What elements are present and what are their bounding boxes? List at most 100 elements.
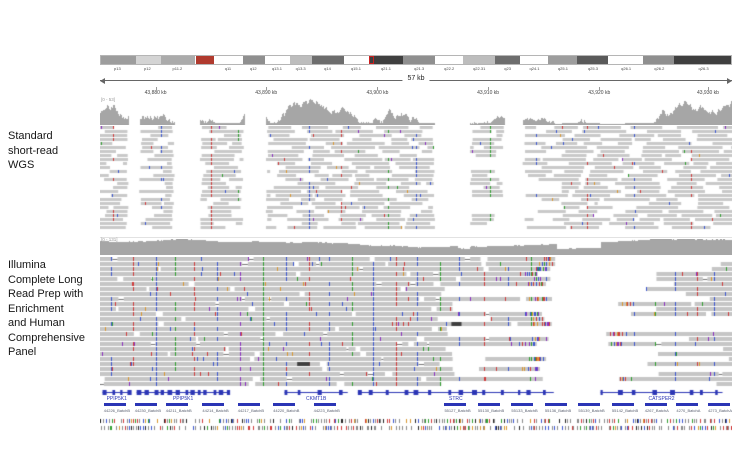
probe-label: 55142_BatchB xyxy=(612,408,638,413)
probe-4273_BatchA[interactable]: 4273_BatchA xyxy=(708,403,732,413)
band-label-q12: q12 xyxy=(250,66,257,71)
cytoband-q25.3 xyxy=(577,56,609,64)
ruler-tick-label: 43,910 kb xyxy=(477,90,499,96)
enrichment-probe-track[interactable]: 44226_BatchB 44230_BatchB 44211_BatchB 4421… xyxy=(100,403,732,415)
ruler-tick-label: 43,930 kb xyxy=(697,90,719,96)
probe-box xyxy=(314,403,336,406)
genome-browser-panel: p13p12p11.2q11q12q13.1q13.3q14q15.1q21.1… xyxy=(100,55,732,432)
probe-44214_BatchB[interactable]: 44214_BatchB xyxy=(202,403,228,413)
probe-55136_BatchB[interactable]: 55136_BatchB xyxy=(545,403,571,413)
gene-label-CATSPER2[interactable]: CATSPER2 xyxy=(649,396,675,402)
probe-box xyxy=(545,403,567,406)
ruler-tick-label: 43,920 kb xyxy=(588,90,610,96)
track-label-short-read-wgs: Standard short-read WGS xyxy=(8,129,100,173)
long-read-alignments-track[interactable] xyxy=(100,257,732,387)
cytoband-q21.3 xyxy=(403,56,435,64)
cytoband-q23 xyxy=(495,56,520,64)
probe-44217_BatchB[interactable]: 44217_BatchB xyxy=(238,403,264,413)
probe-box xyxy=(166,403,188,406)
probe-label: 44220_BatchB xyxy=(273,408,299,413)
cytoband-q26.2 xyxy=(643,56,675,64)
variant-sites-track[interactable] xyxy=(100,418,732,432)
cytoband-q21.1 xyxy=(369,56,404,64)
band-label-q21.1: q21.1 xyxy=(381,66,391,71)
band-label-p12: p12 xyxy=(144,66,151,71)
probe-box xyxy=(202,403,224,406)
ruler-tick-label: 43,900 kb xyxy=(366,90,388,96)
probe-box xyxy=(104,403,126,406)
probe-44220_BatchB[interactable]: 44220_BatchB xyxy=(273,403,299,413)
probe-box xyxy=(578,403,600,406)
probe-55130_BatchB[interactable]: 55130_BatchB xyxy=(478,403,504,413)
band-label-q22.31: q22.31 xyxy=(473,66,485,71)
probe-label: 44217_BatchB xyxy=(238,408,264,413)
band-label-q22.2: q22.2 xyxy=(444,66,454,71)
igv-browser-screenshot: Standard short-read WGS Illumina Complet… xyxy=(0,0,736,475)
track-label-long-read-panel: Illumina Complete Long Read Prep with En… xyxy=(8,258,100,360)
probe-box xyxy=(444,403,466,406)
locus-ruler[interactable]: 57 kb 43,880 kb43,890 kb43,900 kb43,910 … xyxy=(100,74,732,98)
gene-annotation-track[interactable]: PPIP5K1 PPIP5K1 CKMT1B STRC CATSPER2 xyxy=(100,389,732,402)
probe-44226_BatchB[interactable]: 44226_BatchB xyxy=(104,403,130,413)
chromosome-ideogram[interactable] xyxy=(100,55,732,65)
cytoband-q24.1 xyxy=(520,56,548,64)
gene-label-PPIP5K1[interactable]: PPIP5K1 xyxy=(107,396,127,402)
band-label-q26.2: q26.2 xyxy=(654,66,664,71)
probe-box xyxy=(273,403,295,406)
ruler-tick-label: 43,880 kb xyxy=(145,90,167,96)
band-label-q13.3: q13.3 xyxy=(296,66,306,71)
probe-box xyxy=(511,403,533,406)
short-read-alignments-track[interactable] xyxy=(100,126,732,232)
gene-labels-row: PPIP5K1 PPIP5K1 CKMT1B STRC CATSPER2 xyxy=(100,396,732,402)
short-coverage-range-label: [0 - 53] xyxy=(101,97,115,102)
probe-55133_BatchB[interactable]: 55133_BatchB xyxy=(511,403,537,413)
gene-label-STRC[interactable]: STRC xyxy=(449,396,463,402)
band-label-q13.1: q13.1 xyxy=(272,66,282,71)
gene-label-CKMT1B[interactable]: CKMT1B xyxy=(306,396,326,402)
probe-label: 44214_BatchB xyxy=(202,408,228,413)
cytoband-q14 xyxy=(312,56,344,64)
probe-box xyxy=(135,403,157,406)
probe-44223_BatchB[interactable]: 44223_BatchB xyxy=(314,403,340,413)
band-label-p11.2: p11.2 xyxy=(173,66,183,71)
band-label-q23: q23 xyxy=(504,66,511,71)
probe-label: 55127_BatchB xyxy=(444,408,470,413)
short-read-coverage-canvas xyxy=(100,98,732,125)
probe-label: 44226_BatchB xyxy=(104,408,130,413)
band-label-q11: q11 xyxy=(225,66,231,71)
probe-55142_BatchB[interactable]: 55142_BatchB xyxy=(612,403,638,413)
ruler-tick-row: 43,880 kb 43,890 kb 43,900 kb 43,910 kb 43,9… xyxy=(100,87,732,97)
probe-44211_BatchB[interactable]: 44211_BatchB xyxy=(166,403,192,413)
probe-55139_BatchB[interactable]: 55139_BatchB xyxy=(578,403,604,413)
cytoband-q13.3 xyxy=(290,56,312,64)
cytoband-q26.1 xyxy=(608,56,643,64)
band-label-q25.1: q25.1 xyxy=(558,66,568,71)
gene-models-canvas xyxy=(100,389,732,396)
band-label-q24.1: q24.1 xyxy=(529,66,539,71)
cytoband-q15.1 xyxy=(344,56,369,64)
probe-55127_BatchB[interactable]: 55127_BatchB xyxy=(444,403,470,413)
cytoband-q22.2 xyxy=(435,56,463,64)
probe-4267_BatchA[interactable]: 4267_BatchA xyxy=(645,403,669,413)
ideogram-band-labels: p13p12p11.2q11q12q13.1q13.3q14q15.1q21.1… xyxy=(100,66,732,72)
band-label-q14: q14 xyxy=(324,66,331,71)
cytoband-p12 xyxy=(136,56,161,64)
long-read-coverage-canvas xyxy=(100,239,732,255)
probe-label: 55133_BatchB xyxy=(511,408,537,413)
cytoband-q12 xyxy=(243,56,265,64)
cytoband-q11 xyxy=(214,56,242,64)
probe-box xyxy=(645,403,667,406)
probe-label: 55136_BatchB xyxy=(545,408,571,413)
band-label-q15.1: q15.1 xyxy=(351,66,361,71)
cytoband-p11.2 xyxy=(161,56,196,64)
probe-4270_BatchA[interactable]: 4270_BatchA xyxy=(676,403,700,413)
ruler-tick-label: 43,890 kb xyxy=(255,90,277,96)
probe-box xyxy=(238,403,260,406)
cytoband-q25.1 xyxy=(548,56,576,64)
short-read-coverage-track[interactable]: [0 - 53] xyxy=(100,98,732,125)
long-read-coverage-track[interactable]: [0 - 131] xyxy=(100,237,732,255)
gene-label-PPIP5K1[interactable]: PPIP5K1 xyxy=(173,396,193,402)
view-region-marker xyxy=(369,56,374,64)
probe-label: 4273_BatchA xyxy=(708,408,732,413)
probe-44230_BatchB[interactable]: 44230_BatchB xyxy=(135,403,161,413)
